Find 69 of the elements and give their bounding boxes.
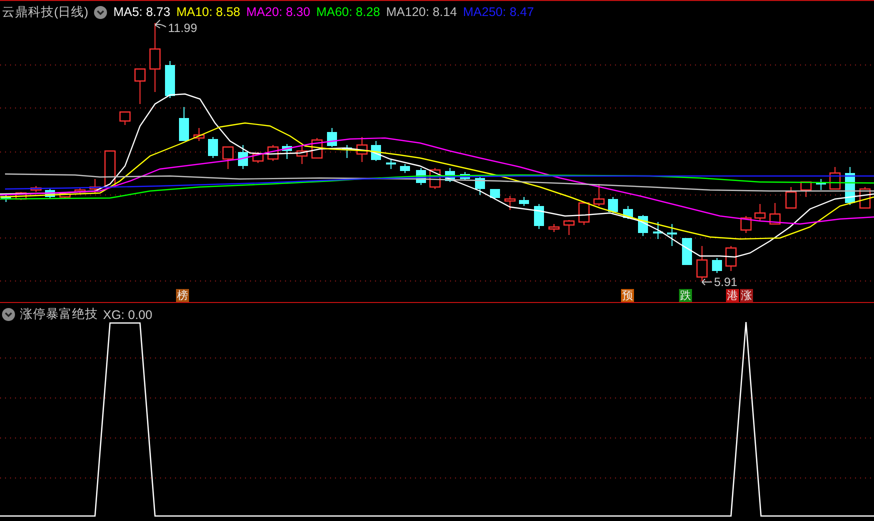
candlestick — [386, 160, 396, 170]
candlestick — [193, 128, 205, 142]
candlestick — [222, 146, 234, 170]
candlestick — [282, 144, 292, 160]
dropdown-icon[interactable] — [2, 308, 15, 321]
candlestick — [238, 144, 248, 170]
candlestick — [829, 166, 841, 190]
candlestick — [30, 186, 42, 192]
candlestick — [682, 238, 692, 266]
candlestick — [149, 22, 161, 92]
candlestick — [712, 258, 722, 274]
moving-average-value: MA10: 8.58 — [176, 5, 240, 20]
candlestick — [667, 224, 677, 246]
candlestick — [179, 106, 189, 142]
candlestick — [769, 202, 781, 225]
signal-tag: 榜 — [176, 289, 189, 302]
candlestick — [475, 176, 485, 196]
candlestick — [356, 136, 368, 162]
candlestick — [208, 136, 218, 158]
candlestick — [1, 194, 11, 202]
candlestick — [296, 146, 308, 164]
candlestick — [696, 246, 708, 282]
indicator-title: 涨停暴富绝技 — [20, 306, 98, 323]
arrow-icon — [154, 20, 166, 28]
candlestick — [548, 224, 560, 232]
candlestick — [754, 204, 766, 222]
candlestick — [593, 184, 605, 206]
indicator-reading: XG: 0.00 — [103, 308, 152, 322]
candlestick — [563, 220, 575, 236]
signal-tag: 跌 — [679, 289, 692, 302]
stock-title: 云鼎科技(日线) — [2, 4, 88, 21]
high-price-label: 11.99 — [168, 21, 198, 35]
candlestick — [740, 216, 752, 234]
candlestick — [608, 196, 618, 214]
moving-average-value: MA5: 8.73 — [113, 5, 170, 20]
candlestick — [519, 196, 529, 206]
signal-tag: 涨 — [740, 289, 753, 302]
signal-tag: 预 — [621, 289, 634, 302]
candlestick — [89, 178, 101, 194]
moving-average-value: MA250: 8.47 — [463, 5, 534, 20]
candlestick — [119, 111, 131, 126]
candlestick — [504, 196, 516, 210]
moving-average-value: MA60: 8.28 — [316, 5, 380, 20]
moving-average-value: MA20: 8.30 — [246, 5, 310, 20]
moving-average-value: MA120: 8.14 — [386, 5, 458, 20]
candlestick — [342, 144, 352, 158]
candlestick — [134, 68, 146, 104]
candlestick — [252, 152, 264, 164]
candlestick — [490, 188, 500, 200]
candlestick — [327, 128, 337, 148]
candlestick — [400, 164, 410, 174]
candlestick — [816, 178, 826, 190]
candlestick — [59, 192, 71, 198]
candlestick — [800, 181, 812, 198]
low-price-label: 5.91 — [714, 275, 738, 289]
arrow-icon — [702, 278, 712, 286]
candlestick — [785, 186, 797, 209]
candlestick — [578, 202, 590, 226]
candlestick — [460, 172, 470, 180]
signal-tag: 港 — [726, 289, 739, 302]
candlestick — [165, 60, 175, 98]
candlestick — [653, 222, 663, 240]
candlestick — [534, 204, 544, 230]
candlestick — [623, 206, 633, 220]
candlestick — [445, 168, 455, 182]
dropdown-icon[interactable] — [94, 6, 108, 19]
candlestick — [725, 246, 737, 272]
candlestick — [74, 188, 86, 194]
candlestick — [104, 150, 116, 188]
